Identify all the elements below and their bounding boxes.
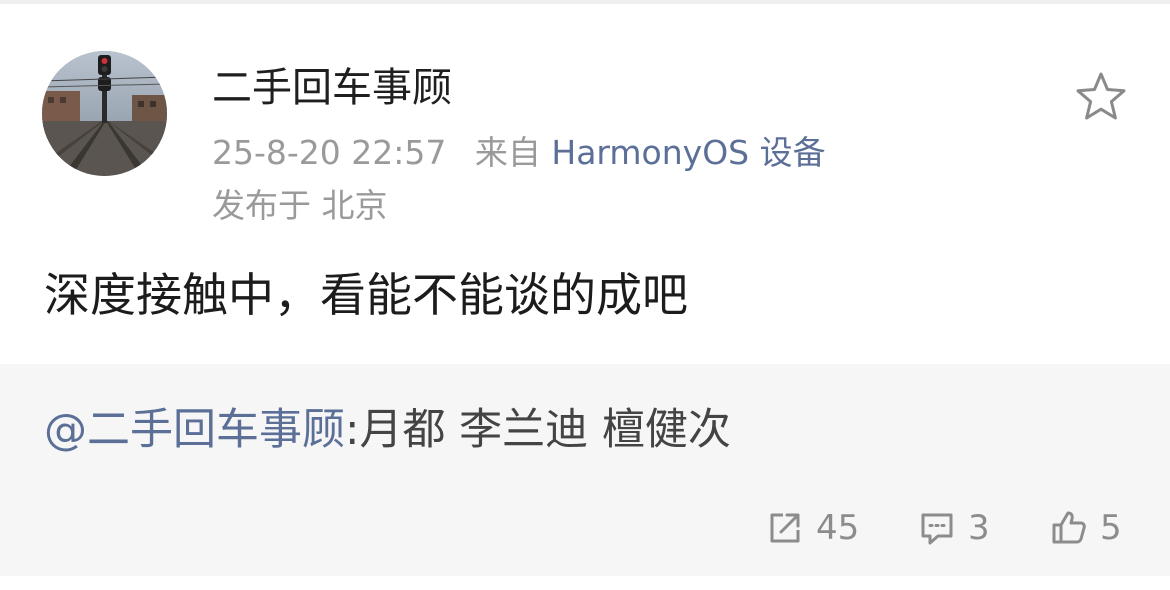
- like-count: 5: [1100, 508, 1122, 548]
- star-outline-icon: [1076, 72, 1126, 120]
- username[interactable]: 二手回车事顾: [212, 64, 452, 112]
- comment-count: 3: [968, 508, 990, 548]
- post-meta: 25-8-20 22:57 来自 HarmonyOS 设备: [212, 132, 826, 174]
- avatar-railway-image: [42, 51, 167, 176]
- post-location: 发布于 北京: [212, 186, 388, 225]
- comment-bubble-icon: [921, 513, 953, 545]
- thumbs-up-icon: [1052, 511, 1086, 544]
- post-card: 二手回车事顾 25-8-20 22:57 来自 HarmonyOS 设备 发布于…: [0, 4, 1170, 364]
- post-timestamp: 25-8-20 22:57: [212, 133, 447, 172]
- repost-text: :月都 李兰迪 檀健次: [345, 405, 731, 455]
- comment-action[interactable]: 3: [918, 506, 990, 550]
- favorite-button[interactable]: [1074, 70, 1128, 124]
- comment-button[interactable]: 3: [918, 508, 990, 548]
- like-button[interactable]: 5: [1050, 508, 1122, 548]
- avatar[interactable]: [42, 51, 167, 176]
- post-text: 深度接触中，看能不能谈的成吧: [44, 268, 688, 322]
- device-link[interactable]: HarmonyOS 设备: [551, 133, 825, 172]
- share-arrow-icon: [770, 513, 800, 543]
- bottom-spacer: [0, 576, 1170, 590]
- repost-content: @二手回车事顾:月都 李兰迪 檀健次: [44, 403, 731, 457]
- repost-box[interactable]: @二手回车事顾:月都 李兰迪 檀健次 45 3 5: [0, 364, 1170, 576]
- share-count: 45: [816, 508, 860, 548]
- repost-mention-link[interactable]: @二手回车事顾: [44, 405, 345, 455]
- like-action[interactable]: 5: [1050, 506, 1122, 550]
- share-action[interactable]: 45: [766, 506, 859, 550]
- share-button[interactable]: 45: [766, 508, 859, 548]
- source-prefix: 来自: [474, 133, 541, 172]
